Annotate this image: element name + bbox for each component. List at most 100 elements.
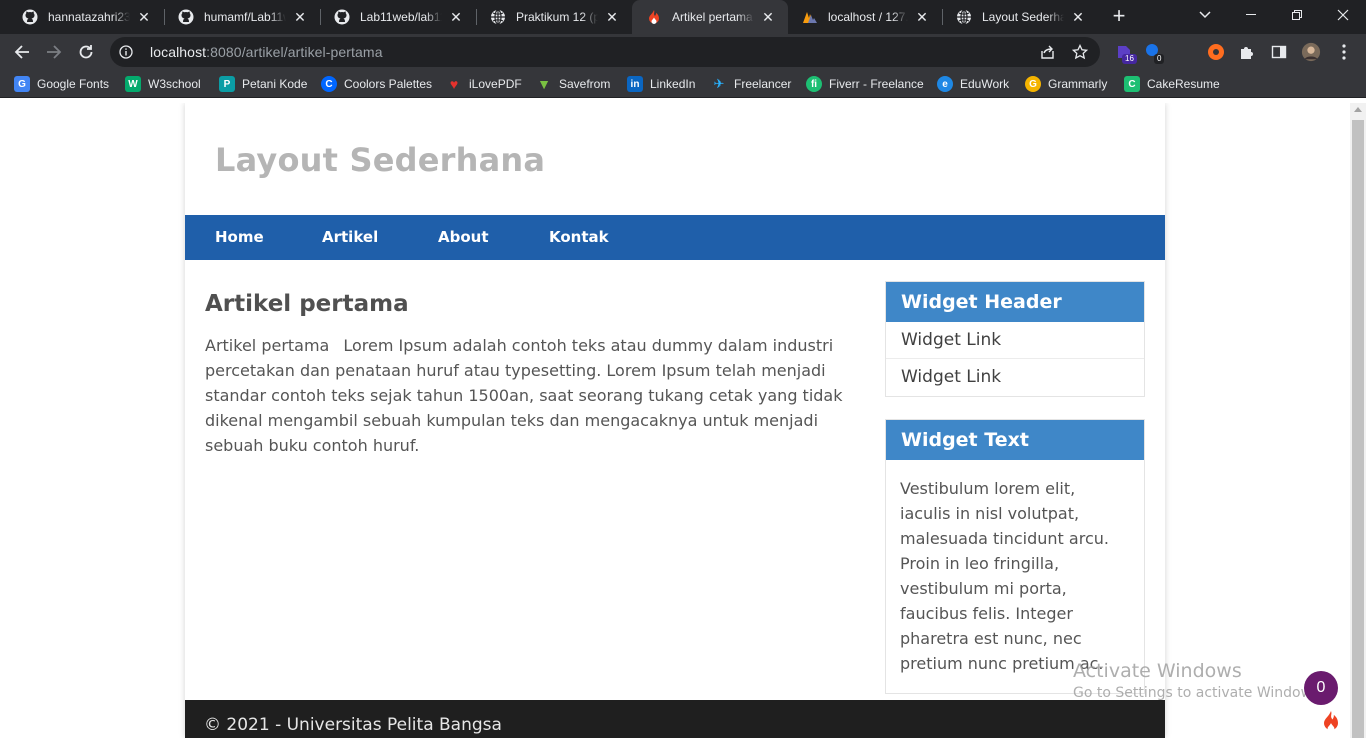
widget-link[interactable]: Widget Link bbox=[886, 359, 1144, 396]
close-window-button[interactable] bbox=[1320, 0, 1366, 30]
tab-search-button[interactable] bbox=[1182, 0, 1228, 30]
bookmark-label: EduWork bbox=[960, 77, 1010, 91]
bookmark-google-fonts[interactable]: G Google Fonts bbox=[14, 74, 109, 94]
tab-title: Praktikum 12 (pert bbox=[516, 10, 598, 24]
back-button[interactable] bbox=[10, 40, 34, 64]
bookmark-label: Savefrom bbox=[559, 77, 611, 91]
tab-phpmyadmin[interactable]: localhost / 127.0.0.1 ✕ bbox=[788, 0, 942, 34]
activate-windows-subtitle: Go to Settings to activate Windows. bbox=[1073, 685, 1324, 701]
widget-text-title: Widget Text bbox=[886, 420, 1144, 460]
bookmark-star-icon[interactable] bbox=[1072, 44, 1088, 60]
article-title: Artikel pertama bbox=[205, 291, 409, 317]
sidebar: Widget Header Widget Link Widget Link Wi… bbox=[885, 281, 1145, 716]
widget-text-body: Vestibulum lorem elit, iaculis in nisl v… bbox=[900, 479, 1109, 673]
close-icon[interactable]: ✕ bbox=[760, 9, 776, 25]
profile-avatar[interactable] bbox=[1301, 42, 1321, 62]
scroll-up-arrow-icon[interactable] bbox=[1354, 107, 1362, 112]
grammarly-icon: G bbox=[1025, 76, 1041, 92]
nav-link-kontak[interactable]: Kontak bbox=[549, 228, 609, 246]
coolors-icon: C bbox=[321, 76, 337, 92]
freelancer-icon: ✈ bbox=[713, 76, 725, 91]
article-body: Artikel pertama Lorem Ipsum adalah contoh… bbox=[205, 333, 845, 458]
bookmark-ilovepdf[interactable]: ♥ iLovePDF bbox=[446, 74, 522, 94]
reload-button[interactable] bbox=[74, 40, 98, 64]
close-icon[interactable]: ✕ bbox=[604, 9, 620, 25]
tab-github-3[interactable]: Lab11web/lab11_php ✕ bbox=[320, 0, 476, 34]
broken-image-icon: Artikel pertama bbox=[205, 336, 329, 355]
bookmark-label: Google Fonts bbox=[37, 77, 110, 91]
close-icon bbox=[1337, 9, 1349, 21]
google-fonts-icon: G bbox=[14, 76, 30, 92]
reload-icon bbox=[79, 45, 93, 59]
bookmark-savefrom[interactable]: ▼ Savefrom bbox=[536, 74, 610, 94]
close-icon[interactable]: ✕ bbox=[1070, 9, 1086, 25]
close-icon[interactable]: ✕ bbox=[136, 9, 152, 25]
bookmark-eduwork[interactable]: e EduWork bbox=[937, 74, 1009, 94]
widget-text: Widget Text Vestibulum lorem elit, iacul… bbox=[885, 419, 1145, 694]
tab-title: Artikel pertama bbox=[672, 10, 753, 24]
bookmark-coolors[interactable]: C Coolors Palettes bbox=[321, 74, 432, 94]
page-scrollbar[interactable] bbox=[1350, 103, 1366, 738]
heart-icon: ♥ bbox=[449, 76, 459, 92]
close-icon[interactable]: ✕ bbox=[914, 9, 930, 25]
chevron-down-icon bbox=[1199, 11, 1211, 19]
globe-icon bbox=[956, 9, 972, 25]
extensions-puzzle-icon[interactable] bbox=[1237, 42, 1257, 62]
restore-button[interactable] bbox=[1274, 0, 1320, 30]
bookmark-label: Fiverr - Freelance bbox=[829, 77, 924, 91]
forward-button[interactable] bbox=[42, 40, 66, 64]
download-arrow-icon: ▼ bbox=[537, 76, 551, 92]
bookmark-label: Petani Kode bbox=[242, 77, 308, 91]
bookmark-petani-kode[interactable]: P Petani Kode bbox=[219, 74, 307, 94]
github-icon bbox=[178, 9, 194, 25]
codeigniter-flame-icon[interactable] bbox=[1321, 710, 1341, 734]
footer-copyright: © 2021 - Universitas Pelita Bangsa bbox=[204, 715, 502, 735]
extension-flame-icon[interactable] bbox=[1206, 42, 1226, 62]
tab-title: localhost / 127.0.0.1 bbox=[828, 10, 908, 24]
bookmark-grammarly[interactable]: G Grammarly bbox=[1025, 74, 1107, 94]
url-text: localhost:8080/artikel/artikel-pertama bbox=[150, 44, 383, 60]
bookmark-label: iLovePDF bbox=[469, 77, 522, 91]
side-panel-icon[interactable] bbox=[1269, 42, 1289, 62]
nav-link-about[interactable]: About bbox=[438, 228, 489, 246]
petani-kode-icon: P bbox=[219, 76, 235, 92]
widget-links: Widget Header Widget Link Widget Link bbox=[885, 281, 1145, 397]
tab-layout-sederhana[interactable]: Layout Sederhana ✕ bbox=[942, 0, 1098, 34]
extension-counter-icon[interactable]: 0 bbox=[1144, 42, 1165, 64]
info-icon[interactable] bbox=[118, 44, 134, 60]
new-tab-button[interactable]: + bbox=[1108, 5, 1130, 28]
w3schools-icon: W bbox=[125, 76, 141, 92]
address-bar[interactable]: localhost:8080/artikel/artikel-pertama bbox=[110, 37, 1100, 67]
tab-strip: hannatazahri23/Lab ✕ humamf/Lab11web ✕ L… bbox=[0, 0, 1366, 34]
widget-link[interactable]: Widget Link bbox=[886, 322, 1144, 359]
extension-badge-icon[interactable]: 16 bbox=[1114, 42, 1137, 64]
fiverr-icon: fi bbox=[806, 76, 822, 92]
close-icon[interactable]: ✕ bbox=[448, 9, 464, 25]
tab-github-2[interactable]: humamf/Lab11web ✕ bbox=[164, 0, 320, 34]
kebab-menu-icon[interactable] bbox=[1334, 42, 1354, 62]
tab-title: Layout Sederhana bbox=[982, 10, 1064, 24]
bookmarks-bar: G Google Fonts W W3school P Petani Kode C Co… bbox=[0, 70, 1366, 98]
minimize-button[interactable] bbox=[1228, 0, 1274, 30]
close-icon[interactable]: ✕ bbox=[292, 9, 308, 25]
cakeresume-icon: C bbox=[1124, 76, 1140, 92]
bookmark-fiverr[interactable]: fi Fiverr - Freelance bbox=[806, 74, 924, 94]
minimize-icon bbox=[1246, 14, 1256, 15]
phpmyadmin-icon bbox=[802, 9, 818, 25]
tab-praktikum[interactable]: Praktikum 12 (pert ✕ bbox=[476, 0, 632, 34]
bookmark-linkedin[interactable]: in LinkedIn bbox=[627, 74, 695, 94]
tab-artikel-pertama[interactable]: Artikel pertama ✕ bbox=[632, 0, 788, 34]
bookmark-w3school[interactable]: W W3school bbox=[125, 74, 201, 94]
bookmark-label: Coolors Palettes bbox=[344, 77, 433, 91]
scroll-thumb[interactable] bbox=[1352, 120, 1364, 738]
bookmark-cakeresume[interactable]: C CakeResume bbox=[1124, 74, 1220, 94]
bookmark-label: CakeResume bbox=[1147, 77, 1220, 91]
nav-link-home[interactable]: Home bbox=[215, 228, 264, 246]
tab-github-1[interactable]: hannatazahri23/Lab ✕ bbox=[8, 0, 164, 34]
nav-link-artikel[interactable]: Artikel bbox=[322, 228, 378, 246]
notification-badge[interactable]: 0 bbox=[1304, 671, 1338, 705]
share-icon[interactable] bbox=[1040, 44, 1056, 60]
site-header: Layout Sederhana bbox=[185, 103, 1165, 215]
bookmark-freelancer[interactable]: ✈ Freelancer bbox=[711, 74, 792, 94]
activate-windows-title: Activate Windows bbox=[1073, 660, 1242, 682]
